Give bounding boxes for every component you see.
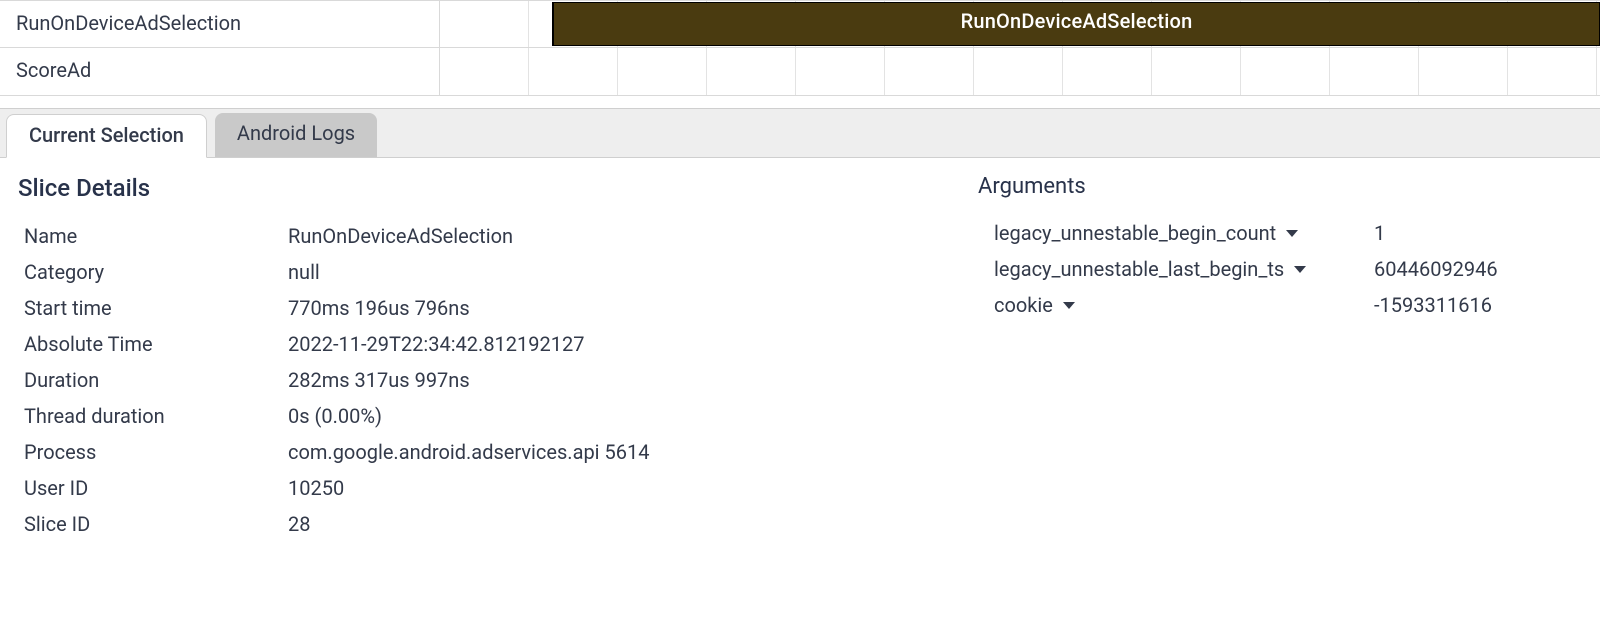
kv-key-user-id: User ID [18,476,288,500]
kv-key-slice-id: Slice ID [18,512,288,536]
slice-details-panel: Slice Details Name RunOnDeviceAdSelectio… [0,158,1600,542]
timeline-tabs-gap [0,96,1600,108]
kv-key-thread-duration: Thread duration [18,404,288,428]
kv-slice-id: Slice ID 28 [18,506,938,542]
kv-thread-duration: Thread duration 0s (0.00%) [18,398,938,434]
arg-value-cookie: -1593311616 [1374,293,1582,317]
track-lane-2[interactable] [440,48,1600,95]
kv-absolute-time: Absolute Time 2022-11-29T22:34:42.812192… [18,326,938,362]
kv-value-start-time: 770ms 196us 796ns [288,296,938,320]
arg-row-begin-count: legacy_unnestable_begin_count 1 [978,215,1582,251]
kv-value-process[interactable]: com.google.android.adservices.api 5614 [288,440,938,464]
chevron-down-icon[interactable] [1286,230,1298,237]
kv-value-category: null [288,260,938,284]
kv-key-absolute-time: Absolute Time [18,332,288,356]
arg-key-begin-count[interactable]: legacy_unnestable_begin_count [994,221,1374,245]
arg-key-last-begin-ts[interactable]: legacy_unnestable_last_begin_ts [994,257,1374,281]
track-label-2[interactable]: ScoreAd [0,48,440,95]
kv-user-id: User ID 10250 [18,470,938,506]
kv-value-absolute-time: 2022-11-29T22:34:42.812192127 [288,332,938,356]
kv-key-start-time: Start time [18,296,288,320]
track-row-1: RunOnDeviceAdSelection RunOnDeviceAdSele… [0,0,1600,48]
kv-key-process: Process [18,440,288,464]
arg-value-begin-count: 1 [1374,221,1582,245]
arguments-title: Arguments [978,174,1582,199]
arg-key-label: legacy_unnestable_last_begin_ts [994,257,1284,281]
chevron-down-icon[interactable] [1294,266,1306,273]
kv-duration: Duration 282ms 317us 997ns [18,362,938,398]
kv-value-duration: 282ms 317us 997ns [288,368,938,392]
kv-process: Process com.google.android.adservices.ap… [18,434,938,470]
kv-value-name: RunOnDeviceAdSelection [288,224,938,248]
kv-start-time: Start time 770ms 196us 796ns [18,290,938,326]
kv-name: Name RunOnDeviceAdSelection [18,218,938,254]
kv-value-thread-duration: 0s (0.00%) [288,404,938,428]
arg-value-last-begin-ts: 60446092946 [1374,257,1582,281]
kv-key-duration: Duration [18,368,288,392]
track-row-2: ScoreAd [0,48,1600,96]
arg-key-cookie[interactable]: cookie [994,293,1374,317]
trace-slice-runondeviceadselection[interactable]: RunOnDeviceAdSelection [552,2,1600,46]
track-label-1[interactable]: RunOnDeviceAdSelection [0,1,440,47]
chevron-down-icon[interactable] [1063,302,1075,309]
track-lane-1[interactable]: RunOnDeviceAdSelection [440,1,1600,47]
arg-key-label: legacy_unnestable_begin_count [994,221,1276,245]
arg-row-last-begin-ts: legacy_unnestable_last_begin_ts 60446092… [978,251,1582,287]
arg-key-label: cookie [994,293,1053,317]
kv-value-slice-id: 28 [288,512,938,536]
kv-category: Category null [18,254,938,290]
details-tab-strip: Current Selection Android Logs [0,108,1600,158]
tab-current-selection[interactable]: Current Selection [6,114,207,158]
tab-android-logs[interactable]: Android Logs [215,113,377,157]
kv-key-category: Category [18,260,288,284]
slice-details-left: Slice Details Name RunOnDeviceAdSelectio… [18,174,938,542]
slice-details-title: Slice Details [18,174,938,202]
trace-timeline: RunOnDeviceAdSelection RunOnDeviceAdSele… [0,0,1600,96]
slice-arguments: Arguments legacy_unnestable_begin_count … [978,174,1582,542]
kv-value-user-id: 10250 [288,476,938,500]
kv-key-name: Name [18,224,288,248]
arg-row-cookie: cookie -1593311616 [978,287,1582,323]
